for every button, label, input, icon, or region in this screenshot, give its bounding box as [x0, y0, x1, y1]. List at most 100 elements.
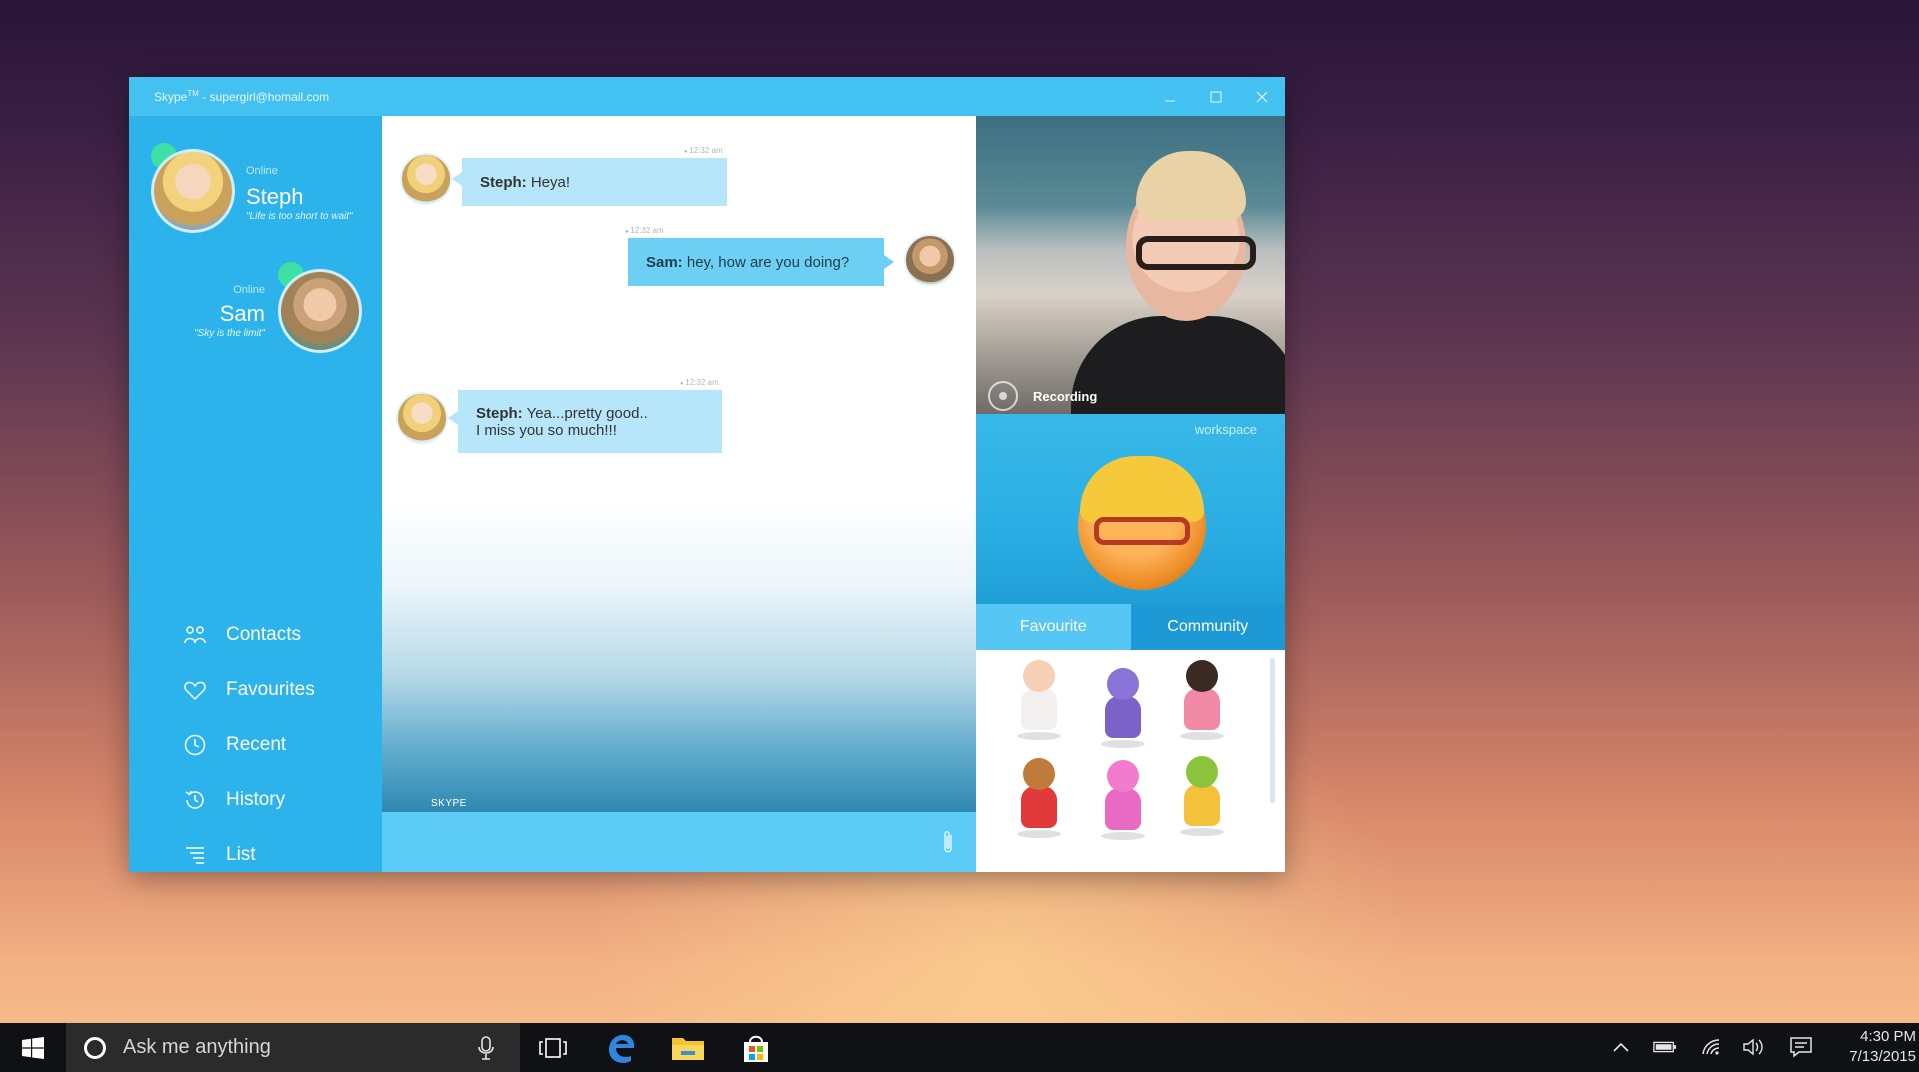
store-button[interactable]	[736, 1030, 776, 1066]
nav-recent[interactable]: Recent	[183, 717, 315, 772]
start-button[interactable]	[0, 1023, 66, 1072]
chat-area: 12:32 am Steph: Heya! 12:32 am Sam: hey,…	[382, 116, 976, 812]
battery-button[interactable]	[1653, 1035, 1677, 1059]
sticker-grid	[976, 650, 1285, 872]
contact-name: Sam	[219, 301, 265, 326]
file-explorer-button[interactable]	[668, 1030, 708, 1066]
contact-status: Online	[246, 165, 278, 177]
close-icon	[1256, 91, 1268, 102]
video-person-body	[1071, 316, 1285, 414]
sticker-body	[1184, 688, 1220, 730]
sticker-bird[interactable]	[1093, 668, 1153, 750]
nav-label: Favourites	[226, 678, 315, 700]
system-clock[interactable]: 4:30 PM 7/13/2015	[1816, 1027, 1916, 1067]
sticker-monster[interactable]	[1172, 756, 1232, 838]
sticker-shadow	[1101, 740, 1145, 748]
message-text: Heya!	[530, 173, 571, 191]
record-button[interactable]	[988, 381, 1018, 411]
tab-community[interactable]: Community	[1130, 604, 1285, 650]
sidebar-nav: Contacts Favourites Recent History List	[183, 607, 315, 872]
contact-steph[interactable]: Online Steph "Life is too short to wait"	[129, 116, 382, 236]
minimize-icon	[1165, 100, 1175, 101]
message-text: hey, how are you doing?	[686, 253, 850, 271]
task-view-icon	[539, 1038, 567, 1058]
workspace-panel: workspace	[976, 414, 1285, 604]
contact-status: Online	[233, 284, 265, 296]
video-feed[interactable]: Recording	[976, 116, 1285, 414]
notifications-icon	[1790, 1037, 1812, 1058]
edge-button[interactable]	[601, 1030, 641, 1066]
sticker-shadow	[1180, 732, 1224, 740]
message-sender: Steph:	[476, 404, 523, 422]
paperclip-icon[interactable]	[938, 828, 958, 856]
contact-sam[interactable]: Online Sam "Sky is the limit"	[129, 236, 382, 356]
action-center-button[interactable]	[1789, 1035, 1813, 1059]
sticker-head	[1107, 760, 1139, 792]
window-controls	[1147, 77, 1285, 116]
edge-icon	[609, 1034, 635, 1063]
task-view-button[interactable]	[533, 1030, 573, 1066]
sticker-tabs: Favourite Community	[976, 604, 1285, 650]
nav-label: Contacts	[226, 623, 301, 645]
battery-icon	[1653, 1041, 1677, 1053]
message-bubble[interactable]: Sam: hey, how are you doing?	[628, 238, 884, 286]
sticker-shadow	[1017, 732, 1061, 740]
history-icon	[185, 790, 204, 809]
message-time: 12:32 am	[684, 146, 722, 155]
volume-button[interactable]	[1742, 1035, 1766, 1059]
nav-contacts[interactable]: Contacts	[183, 607, 315, 662]
message-bubble[interactable]: Steph: Yea...pretty good.. I miss you so…	[458, 390, 722, 453]
chevron-up-icon	[1613, 1042, 1629, 1052]
contact-name: Steph	[246, 184, 304, 209]
cortana-search-box[interactable]: Ask me anything	[66, 1023, 520, 1072]
message-line: Steph: Heya!	[480, 174, 709, 191]
contact-mood: "Sky is the limit"	[193, 328, 265, 339]
app-name: Skype	[154, 90, 188, 104]
tab-favourite[interactable]: Favourite	[976, 604, 1131, 650]
sticker-head	[1107, 668, 1139, 700]
microphone-icon[interactable]	[476, 1035, 496, 1061]
avatar	[278, 269, 362, 353]
avatar	[400, 153, 452, 205]
nav-favourites[interactable]: Favourites	[183, 662, 315, 717]
store-icon	[744, 1035, 768, 1062]
recording-label: Recording	[1033, 389, 1098, 404]
close-button[interactable]	[1239, 77, 1285, 116]
network-button[interactable]	[1700, 1035, 1724, 1059]
sticker-body	[1021, 688, 1057, 730]
clock-icon	[184, 734, 206, 755]
sticker-baby[interactable]	[1009, 660, 1069, 742]
sticker-girl[interactable]	[1172, 660, 1232, 742]
windows-logo-icon	[22, 1036, 44, 1059]
message-bubble[interactable]: Steph: Heya!	[462, 158, 727, 206]
title-bar[interactable]: SkypeTM - supergirl@homail.com	[129, 77, 1285, 116]
nav-list[interactable]: List	[183, 827, 315, 872]
contact-mood: "Life is too short to wait"	[246, 211, 353, 222]
message-line: Sam: hey, how are you doing?	[646, 254, 866, 271]
message-line: Steph: Yea...pretty good..	[476, 405, 704, 422]
nav-label: History	[226, 788, 286, 810]
message-time: 12:32 am	[680, 378, 718, 387]
clock-time: 4:30 PM	[1860, 1028, 1916, 1045]
contacts-icon	[184, 625, 206, 643]
avatar	[904, 234, 956, 286]
show-hidden-icons-button[interactable]	[1609, 1035, 1633, 1059]
sidebar: Online Steph "Life is too short to wait"…	[129, 116, 382, 872]
sticker-body	[1105, 788, 1141, 830]
minimize-button[interactable]	[1147, 77, 1193, 116]
sticker-kid[interactable]	[1009, 758, 1069, 840]
skype-window: SkypeTM - supergirl@homail.com Online St…	[129, 77, 1285, 872]
sticker-bunny[interactable]	[1093, 760, 1153, 842]
message-composer[interactable]	[382, 812, 976, 872]
sticker-head	[1186, 660, 1218, 692]
list-icon	[186, 846, 204, 864]
maximize-icon	[1210, 91, 1222, 102]
avatar	[396, 392, 448, 444]
emoji-avatar-glasses	[1094, 517, 1190, 545]
message-line: I miss you so much!!!	[476, 421, 617, 439]
sticker-scrollbar[interactable]	[1270, 658, 1275, 803]
nav-history[interactable]: History	[183, 772, 315, 827]
bubble-tail	[884, 255, 894, 269]
sticker-body	[1021, 786, 1057, 828]
maximize-button[interactable]	[1193, 77, 1239, 116]
